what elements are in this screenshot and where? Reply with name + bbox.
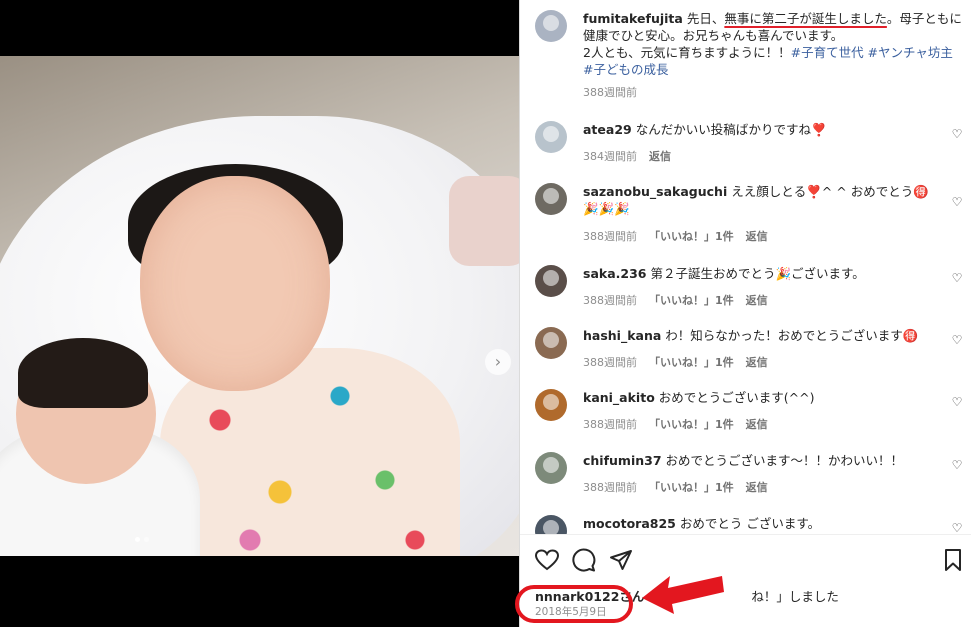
comment-text: atea29 なんだかいい投稿ばかりですね❣️ <box>583 121 827 138</box>
comment-meta: 388週間前 「いいね！」1件 返信 <box>583 228 768 244</box>
photo-cushion <box>449 176 519 266</box>
comment-body: 第２子誕生おめでとう🎉ございます。 <box>650 266 865 281</box>
comment-text: mocotora825 おめでとう ございます。 <box>583 515 820 532</box>
carousel-dot <box>144 537 149 542</box>
comment-username[interactable]: mocotora825 <box>583 516 676 531</box>
comment-likes[interactable]: 「いいね！」1件 <box>649 479 734 495</box>
post-details-panel: fumitakefujita 先日、無事に第二子が誕生しました。母子ともに健康でひ… <box>520 0 971 627</box>
comment-likes[interactable]: 「いいね！」1件 <box>649 292 734 308</box>
reply-button[interactable]: 返信 <box>649 148 671 164</box>
bookmark-icon[interactable] <box>940 547 966 573</box>
comment-item: kani_akito おめでとうございます(^^) 388週間前 「いいね！」1件… <box>535 386 971 446</box>
comment-username[interactable]: kani_akito <box>583 390 655 405</box>
comment-time: 388週間前 <box>583 230 637 243</box>
comment-item: chifumin37 おめでとうございます〜！！かわいい！！ 388週間前 「いい… <box>535 449 971 509</box>
comment-avatar[interactable] <box>535 265 567 297</box>
photo-baby-hair <box>18 338 148 408</box>
photo-toddler-face <box>140 176 330 391</box>
comment-text: saka.236 第２子誕生おめでとう🎉ございます。 <box>583 265 865 282</box>
comment-item: sazanobu_sakaguchi ええ顔しとる❣️^ ^ おめでとう🉐🎉🎉🎉 … <box>535 180 971 243</box>
caption-meta: 388週間前 <box>583 84 637 100</box>
comment-avatar[interactable] <box>535 121 567 153</box>
heart-icon[interactable]: ♡ <box>951 272 963 284</box>
comment-body: おめでとうございます(^^) <box>658 390 815 405</box>
comment-username[interactable]: chifumin37 <box>583 453 662 468</box>
share-icon[interactable] <box>608 547 634 573</box>
carousel-dot-active <box>135 537 140 542</box>
annotation-arrow <box>642 576 724 614</box>
comment-avatar[interactable] <box>535 452 567 484</box>
heart-icon[interactable] <box>534 547 560 573</box>
comment-avatar[interactable] <box>535 389 567 421</box>
heart-icon[interactable]: ♡ <box>951 522 963 534</box>
author-avatar[interactable] <box>535 10 567 42</box>
caption-text: fumitakefujita 先日、無事に第二子が誕生しました。母子ともに健康でひ… <box>583 10 963 78</box>
comment-meta: 388週間前 「いいね！」1件 返信 <box>583 354 768 370</box>
caption-line2: 2人とも、元気に育ちますように！！ <box>583 45 791 60</box>
comment-body: わ！知らなかった！おめでとうございます🉐 <box>665 328 919 343</box>
caption-highlight: 無事に第二子が誕生しました <box>724 11 887 26</box>
heart-icon[interactable]: ♡ <box>951 396 963 408</box>
comment-meta: 388週間前 「いいね！」1件 返信 <box>583 292 768 308</box>
comment-text: hashi_kana わ！知らなかった！おめでとうございます🉐 <box>583 327 918 344</box>
comment-time: 388週間前 <box>583 294 637 307</box>
caption-part: 先日、 <box>686 11 725 26</box>
comment-time: 388週間前 <box>583 356 637 369</box>
comment-body: おめでとう ございます。 <box>679 516 821 531</box>
comment-time: 388週間前 <box>583 481 637 494</box>
comments-list: atea29 なんだかいい投稿ばかりですね❣️ 384週間前 返信 ♡ sazan… <box>535 118 971 534</box>
likes-text-right: ね！」しました <box>751 589 839 604</box>
comment-item: hashi_kana わ！知らなかった！おめでとうございます🉐 388週間前 「い… <box>535 324 971 384</box>
comment-meta: 384週間前 返信 <box>583 148 671 164</box>
comment-time: 388週間前 <box>583 418 637 431</box>
comment-meta: 388週間前 「いいね！」1件 返信 <box>583 479 768 495</box>
reply-button[interactable]: 返信 <box>746 479 768 495</box>
comment-username[interactable]: hashi_kana <box>583 328 661 343</box>
comment-likes[interactable]: 「いいね！」1件 <box>649 416 734 432</box>
comment-item: saka.236 第２子誕生おめでとう🎉ございます。 388週間前 「いいね！」1… <box>535 262 971 322</box>
comment-username[interactable]: sazanobu_sakaguchi <box>583 184 727 199</box>
comment-likes[interactable]: 「いいね！」1件 <box>649 354 734 370</box>
comment-meta: 388週間前 「いいね！」1件 返信 <box>583 416 768 432</box>
comment-avatar[interactable] <box>535 515 567 534</box>
comment-avatar[interactable] <box>535 327 567 359</box>
comment-icon[interactable] <box>571 547 597 573</box>
comment-item: mocotora825 おめでとう ございます。 ♡ <box>535 512 971 534</box>
heart-icon[interactable]: ♡ <box>951 334 963 346</box>
comment-username[interactable]: saka.236 <box>583 266 646 281</box>
post-media-panel: › <box>0 0 519 627</box>
carousel-dots <box>135 537 149 542</box>
author-username[interactable]: fumitakefujita <box>583 11 683 26</box>
comment-body: おめでとうございます〜！！かわいい！！ <box>665 453 904 468</box>
heart-icon[interactable]: ♡ <box>951 196 963 208</box>
reply-button[interactable]: 返信 <box>746 354 768 370</box>
annotation-circle <box>515 585 633 623</box>
comment-item: atea29 なんだかいい投稿ばかりですね❣️ 384週間前 返信 ♡ <box>535 118 971 178</box>
reply-button[interactable]: 返信 <box>746 416 768 432</box>
comment-likes[interactable]: 「いいね！」1件 <box>649 228 734 244</box>
post-action-bar <box>520 534 971 585</box>
comment-text: chifumin37 おめでとうございます〜！！かわいい！！ <box>583 452 903 469</box>
heart-icon[interactable]: ♡ <box>951 459 963 471</box>
comment-text: sazanobu_sakaguchi ええ顔しとる❣️^ ^ おめでとう🉐🎉🎉🎉 <box>583 183 943 217</box>
post-time: 388週間前 <box>583 86 637 99</box>
chevron-right-icon[interactable]: › <box>485 349 511 375</box>
heart-icon[interactable]: ♡ <box>951 128 963 140</box>
reply-button[interactable]: 返信 <box>746 228 768 244</box>
comment-username[interactable]: atea29 <box>583 122 632 137</box>
comment-text: kani_akito おめでとうございます(^^) <box>583 389 814 406</box>
comment-avatar[interactable] <box>535 183 567 215</box>
post-photo[interactable]: › <box>0 56 519 556</box>
comment-time: 384週間前 <box>583 150 637 163</box>
reply-button[interactable]: 返信 <box>746 292 768 308</box>
comment-body: なんだかいい投稿ばかりですね❣️ <box>635 122 827 137</box>
